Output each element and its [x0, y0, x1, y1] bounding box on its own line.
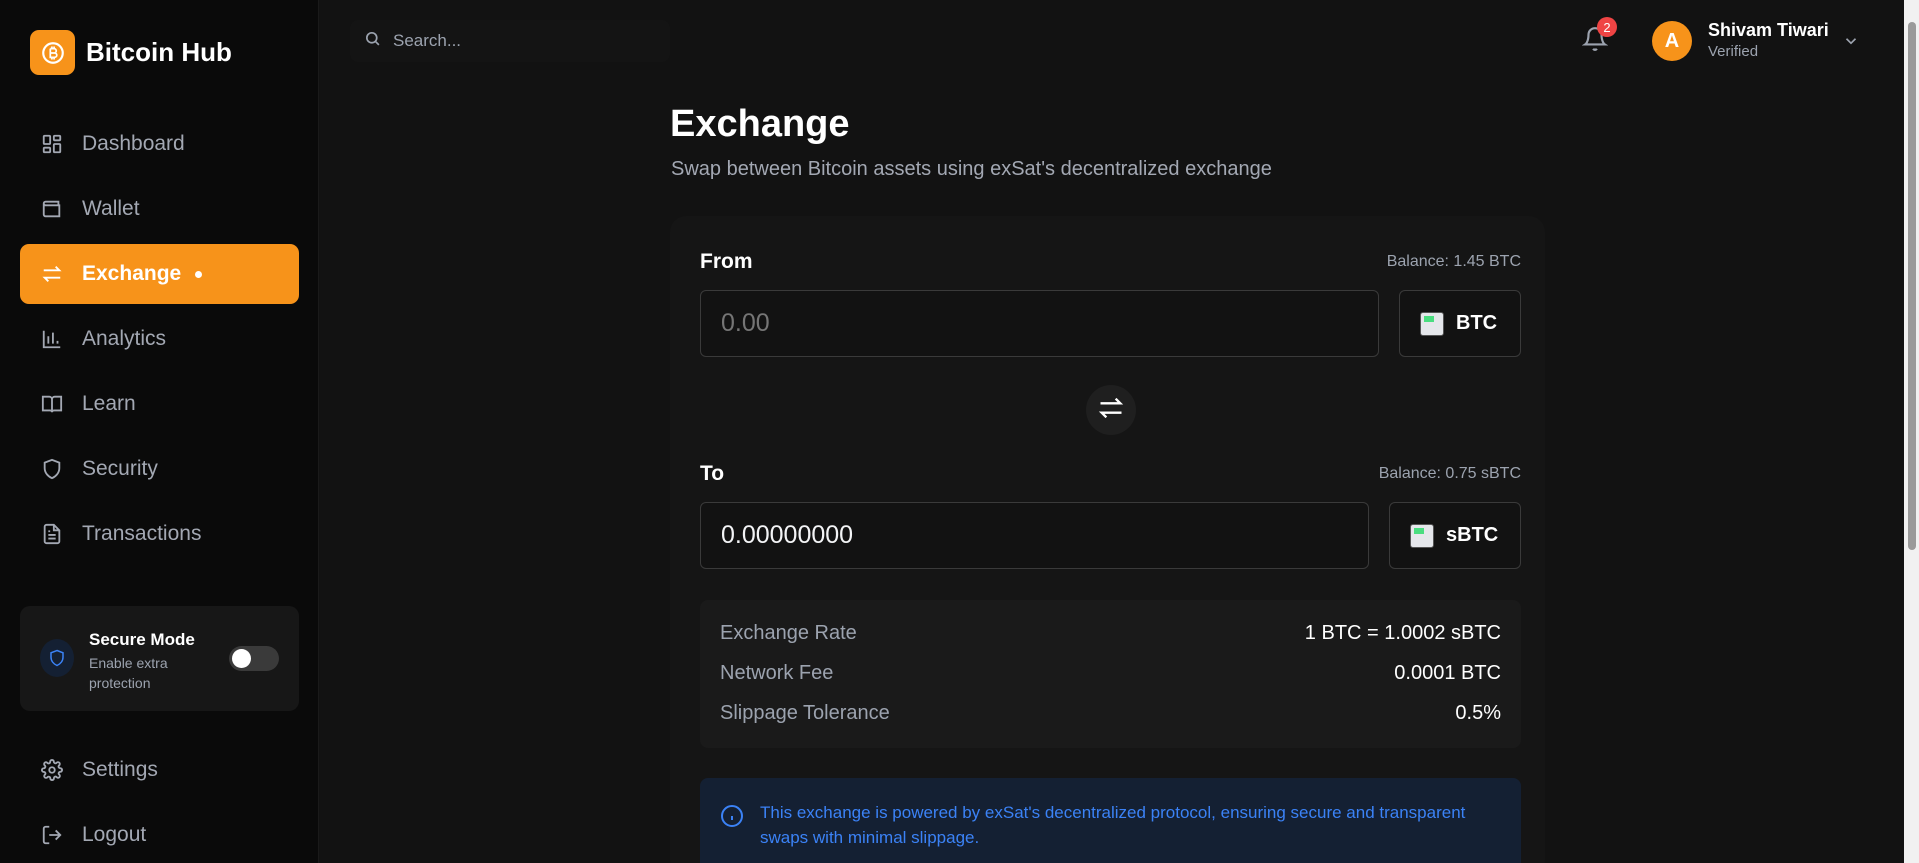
sidebar-bottom-nav: Settings Logout [20, 740, 299, 863]
sidebar-item-label: Analytics [82, 327, 167, 350]
info-text: This exchange is powered by exSat's dece… [760, 803, 1466, 847]
logout-icon [40, 823, 64, 847]
info-banner: This exchange is powered by exSat's dece… [700, 778, 1521, 863]
scrollbar[interactable] [1904, 0, 1919, 863]
sidebar-item-settings[interactable]: Settings [20, 740, 299, 800]
gear-icon [40, 758, 64, 782]
detail-row-network-fee: Network Fee 0.0001 BTC [720, 662, 1501, 685]
sidebar-item-learn[interactable]: Learn [20, 374, 299, 434]
swap-direction-button[interactable] [1086, 385, 1136, 435]
wallet-icon [40, 197, 64, 221]
notification-badge: 2 [1597, 17, 1617, 37]
page-title: Exchange [670, 103, 850, 145]
document-icon [40, 522, 64, 546]
sidebar-item-label: Learn [82, 392, 136, 415]
sidebar-item-label: Security [82, 457, 158, 480]
detail-key: Slippage Tolerance [720, 702, 890, 724]
sidebar-item-transactions[interactable]: Transactions [20, 504, 299, 564]
detail-row-exchange-rate: Exchange Rate 1 BTC = 1.0002 sBTC [720, 622, 1501, 645]
from-balance: Balance: 1.45 BTC [1386, 253, 1521, 270]
search-icon [364, 30, 381, 52]
sidebar-item-dashboard[interactable]: Dashboard [20, 114, 299, 174]
sidebar-item-label: Logout [82, 823, 147, 846]
book-icon [40, 392, 64, 416]
chevron-down-icon[interactable] [1842, 32, 1860, 55]
active-indicator-dot [195, 270, 203, 278]
toggle-knob [232, 649, 251, 668]
exchange-icon [40, 262, 64, 286]
to-token-select[interactable]: sBTC [1389, 502, 1521, 569]
to-label: To [700, 462, 725, 485]
user-name[interactable]: Shivam Tiwari [1708, 20, 1829, 41]
sidebar: Bitcoin Hub Dashboard Wallet Exchange An… [0, 0, 319, 863]
sidebar-item-label: Dashboard [82, 132, 185, 155]
avatar[interactable]: A [1652, 21, 1692, 61]
secure-mode-description: Enable extra protection [89, 655, 168, 691]
secure-mode-title: Secure Mode [89, 630, 195, 649]
btc-token-image [1420, 311, 1444, 336]
detail-key: Exchange Rate [720, 622, 857, 644]
sidebar-item-label: Transactions [82, 522, 202, 545]
detail-value: 0.0001 BTC [1394, 662, 1501, 684]
sidebar-item-security[interactable]: Security [20, 439, 299, 499]
secure-mode-toggle[interactable] [229, 646, 279, 671]
from-amount-input[interactable] [700, 290, 1379, 357]
page-subtitle: Swap between Bitcoin assets using exSat'… [671, 158, 1272, 180]
shield-icon [40, 639, 74, 677]
info-icon [720, 804, 744, 833]
bar-chart-icon [40, 327, 64, 351]
sidebar-item-label: Exchange [82, 262, 182, 285]
dashboard-icon [40, 132, 64, 156]
sbtc-token-image [1410, 523, 1434, 548]
sidebar-item-wallet[interactable]: Wallet [20, 179, 299, 239]
bitcoin-icon [30, 30, 75, 75]
detail-key: Network Fee [720, 662, 834, 684]
to-balance: Balance: 0.75 sBTC [1378, 465, 1521, 482]
to-amount-field[interactable]: 0.00000000 [700, 502, 1369, 569]
from-token-select[interactable]: BTC [1399, 290, 1521, 357]
sidebar-item-label: Settings [82, 758, 158, 781]
detail-row-slippage: Slippage Tolerance 0.5% [720, 702, 1501, 725]
from-token-label: BTC [1456, 312, 1498, 334]
sidebar-item-exchange[interactable]: Exchange [20, 244, 299, 304]
sidebar-item-label: Wallet [82, 197, 140, 220]
brand[interactable]: Bitcoin Hub [30, 30, 232, 75]
exchange-details: Exchange Rate 1 BTC = 1.0002 sBTC Networ… [700, 600, 1521, 748]
scrollbar-thumb[interactable] [1908, 22, 1916, 550]
user-status: Verified [1708, 43, 1759, 60]
shield-icon [40, 457, 64, 481]
sidebar-item-analytics[interactable]: Analytics [20, 309, 299, 369]
from-label: From [700, 250, 753, 273]
sidebar-item-logout[interactable]: Logout [20, 805, 299, 863]
sidebar-nav: Dashboard Wallet Exchange Analytics Lear… [20, 114, 299, 569]
to-token-label: sBTC [1446, 524, 1499, 546]
search-input[interactable] [393, 31, 653, 51]
detail-value: 0.5% [1455, 702, 1501, 724]
search-bar [350, 20, 670, 62]
swap-arrows-icon [1097, 394, 1125, 427]
brand-name: Bitcoin Hub [86, 37, 232, 67]
secure-mode-card: Secure Mode Enable extra protection [20, 606, 299, 711]
detail-value: 1 BTC = 1.0002 sBTC [1304, 622, 1501, 644]
